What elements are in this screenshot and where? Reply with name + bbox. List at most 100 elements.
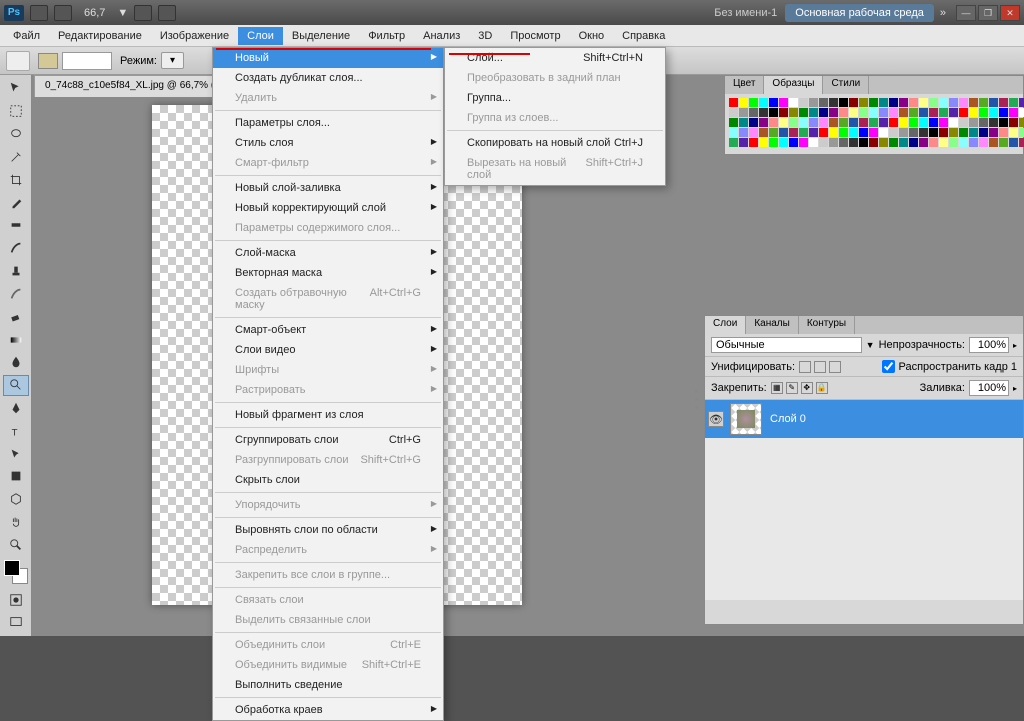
title-tool-2[interactable] [54, 5, 72, 21]
swatch[interactable] [869, 118, 878, 127]
swatch[interactable] [759, 138, 768, 147]
lock-pixels-icon[interactable]: ✎ [786, 382, 798, 394]
swatch[interactable] [749, 108, 758, 117]
swatch[interactable] [789, 118, 798, 127]
swatch[interactable] [999, 128, 1008, 137]
swatch[interactable] [749, 138, 758, 147]
swatch[interactable] [739, 108, 748, 117]
swatch[interactable] [789, 128, 798, 137]
swatch[interactable] [819, 98, 828, 107]
menu-item[interactable]: Слои видео▶ [213, 340, 443, 360]
menu-item[interactable]: Новый▶ [213, 48, 443, 68]
swatch[interactable] [849, 128, 858, 137]
marquee-tool[interactable] [3, 101, 29, 122]
type-tool[interactable]: T [3, 420, 29, 441]
menu-item[interactable]: Создать дубликат слоя... [213, 68, 443, 88]
swatch[interactable] [869, 98, 878, 107]
swatch[interactable] [799, 118, 808, 127]
swatch[interactable] [729, 108, 738, 117]
swatch[interactable] [759, 98, 768, 107]
swatch[interactable] [909, 128, 918, 137]
swatch[interactable] [919, 98, 928, 107]
swatch[interactable] [849, 118, 858, 127]
swatch[interactable] [929, 128, 938, 137]
blur-tool[interactable] [3, 352, 29, 373]
swatch[interactable] [909, 138, 918, 147]
swatch[interactable] [1019, 128, 1024, 137]
swatch[interactable] [939, 128, 948, 137]
swatch[interactable] [829, 108, 838, 117]
submenu-item[interactable]: Слой...Shift+Ctrl+N [445, 48, 665, 68]
swatch[interactable] [989, 138, 998, 147]
swatch[interactable] [739, 118, 748, 127]
menu-item[interactable]: Слой-маска▶ [213, 243, 443, 263]
swatch[interactable] [859, 98, 868, 107]
tab-swatches[interactable]: Образцы [764, 76, 823, 94]
wand-tool[interactable] [3, 146, 29, 167]
opacity-input[interactable]: 100% [969, 337, 1009, 353]
layer-thumbnail[interactable] [730, 403, 762, 435]
swatch[interactable] [899, 128, 908, 137]
swatch[interactable] [979, 118, 988, 127]
swatch[interactable] [759, 128, 768, 137]
swatch[interactable] [799, 98, 808, 107]
swatch[interactable] [799, 138, 808, 147]
swatch[interactable] [1019, 108, 1024, 117]
swatch[interactable] [789, 108, 798, 117]
color-swatches[interactable] [4, 560, 28, 584]
swatch[interactable] [979, 138, 988, 147]
swatch[interactable] [899, 118, 908, 127]
layer-row[interactable]: 👁 Слой 0 [705, 400, 1023, 438]
quickmask-tool[interactable] [3, 589, 29, 610]
swatch[interactable] [759, 108, 768, 117]
layer-list[interactable]: 👁 Слой 0 [705, 400, 1023, 600]
swatch[interactable] [949, 138, 958, 147]
swatch[interactable] [779, 128, 788, 137]
fill-input[interactable]: 100% [969, 380, 1009, 396]
menu-select[interactable]: Выделение [283, 27, 359, 45]
swatch[interactable] [959, 138, 968, 147]
swatch[interactable] [919, 108, 928, 117]
swatch[interactable] [899, 138, 908, 147]
swatch[interactable] [919, 118, 928, 127]
crop-tool[interactable] [3, 169, 29, 190]
swatch[interactable] [869, 128, 878, 137]
foreground-color[interactable] [4, 560, 20, 576]
swatch[interactable] [849, 138, 858, 147]
swatch[interactable] [779, 108, 788, 117]
swatch[interactable] [899, 98, 908, 107]
zoom-value[interactable]: 66,7 [84, 7, 105, 19]
stamp-tool[interactable] [3, 261, 29, 282]
swatch[interactable] [739, 98, 748, 107]
screenmode-tool[interactable] [3, 612, 29, 633]
swatch[interactable] [979, 108, 988, 117]
swatch[interactable] [909, 118, 918, 127]
swatch[interactable] [989, 118, 998, 127]
tab-paths[interactable]: Контуры [799, 316, 855, 334]
swatch[interactable] [969, 138, 978, 147]
swatch[interactable] [949, 108, 958, 117]
tab-layers[interactable]: Слои [705, 316, 746, 334]
swatch[interactable] [879, 108, 888, 117]
pen-tool[interactable] [3, 398, 29, 419]
menu-edit[interactable]: Редактирование [49, 27, 151, 45]
menu-item[interactable]: Новый фрагмент из слоя [213, 405, 443, 425]
swatch[interactable] [1019, 118, 1024, 127]
swatch[interactable] [769, 138, 778, 147]
swatch[interactable] [779, 98, 788, 107]
swatch[interactable] [969, 118, 978, 127]
history-brush-tool[interactable] [3, 283, 29, 304]
sample-swatch[interactable] [38, 53, 58, 69]
unify-position-icon[interactable] [799, 361, 811, 373]
menu-item[interactable]: Обработка краев▶ [213, 700, 443, 720]
swatch[interactable] [769, 98, 778, 107]
swatch[interactable] [739, 138, 748, 147]
tab-channels[interactable]: Каналы [746, 316, 799, 334]
swatch[interactable] [1009, 128, 1018, 137]
lasso-tool[interactable] [3, 124, 29, 145]
brush-tool[interactable] [3, 238, 29, 259]
swatch[interactable] [879, 98, 888, 107]
swatch[interactable] [1009, 108, 1018, 117]
swatch[interactable] [929, 108, 938, 117]
eraser-tool[interactable] [3, 306, 29, 327]
